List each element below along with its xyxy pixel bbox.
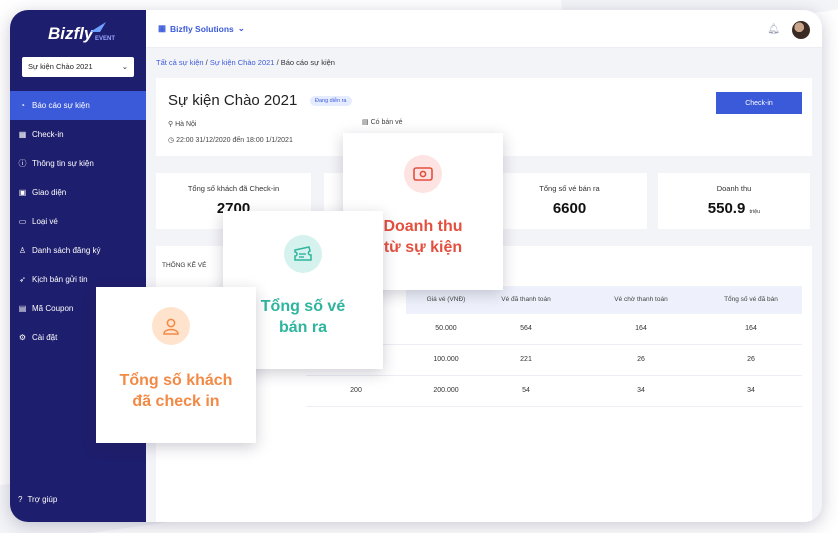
table-title: THỐNG KÊ VÉ (162, 262, 207, 269)
sidebar-item-label: Thông tin sự kiện (32, 159, 94, 168)
sidebar-item-label: Cài đặt (32, 333, 58, 342)
status-badge: Đang diễn ra (310, 96, 352, 106)
location-pin-icon: ⚲ (168, 121, 174, 128)
help-label: Trợ giúp (27, 495, 58, 504)
event-select[interactable]: Sự kiện Chào 2021 ⌄ (22, 57, 134, 77)
table-cell: 34 (637, 387, 645, 394)
chevron-down-icon: ⌄ (121, 62, 128, 71)
help-link[interactable]: ? Trợ giúp (18, 495, 57, 504)
org-name: Bizfly Solutions (170, 23, 234, 34)
breadcrumb-all-events[interactable]: Tất cả sự kiện (156, 58, 204, 67)
table-cell: 100.000 (433, 356, 459, 363)
table-cell: 26 (747, 356, 755, 363)
sidebar-item-layout[interactable]: ▣ Giao diện (10, 178, 146, 207)
logo: Bizfly (48, 24, 94, 43)
table-header: Giá vé (VNĐ) Vé đã thanh toán Vé chờ tha… (406, 286, 802, 314)
table-cell: 34 (747, 387, 755, 394)
bell-icon[interactable]: 🔔︎ (767, 24, 780, 35)
table-cell: 26 (637, 356, 645, 363)
layout-icon: ▣ (18, 188, 27, 197)
column-header: Tổng số vé đã bán (724, 296, 778, 303)
checkin-button[interactable]: Check-in (716, 92, 802, 114)
topbar: ▦ Bizfly Solutions ⌄ 🔔︎ (146, 10, 822, 48)
info-icon: ⓘ (18, 159, 27, 168)
logo-subtitle: EVENT (95, 36, 116, 42)
qr-icon: ▦ (18, 130, 27, 139)
event-select-value: Sự kiện Chào 2021 (28, 62, 93, 71)
ticket-icon (284, 235, 322, 273)
page-title: Sự kiện Chào 2021 (168, 92, 298, 109)
column-header: Giá vé (VNĐ) (426, 296, 466, 303)
checkin-callout-text: Tổng số khách đã check in (119, 372, 233, 410)
clock-icon: ◷ (168, 137, 175, 144)
user-icon: ♙ (18, 246, 27, 255)
sidebar-item-report[interactable]: ◔ Báo cáo sự kiện (10, 91, 146, 120)
ticket-icon: ▭ (18, 217, 27, 226)
table-cell: 164 (635, 325, 647, 332)
stat-sold-label: Tổng số vé bán ra (539, 184, 600, 193)
stat-revenue-value: 550.9 triệu (707, 200, 761, 217)
breadcrumb-event[interactable]: Sự kiện Chào 2021 (210, 58, 275, 67)
sidebar-item-label: Báo cáo sự kiện (32, 101, 90, 110)
gear-icon: ⚙ (18, 333, 27, 342)
breadcrumb-current: Báo cáo sự kiện (280, 58, 335, 67)
coupon-icon: ▤ (18, 304, 27, 313)
table-cell: 164 (745, 325, 757, 332)
event-time: ◷ 22:00 31/12/2020 đến 18:00 1/1/2021 (168, 137, 293, 144)
sidebar-item-label: Kịch bản gửi tin (32, 275, 88, 284)
money-icon (404, 155, 442, 193)
grid-icon: ▦ (158, 23, 167, 33)
table-cell: 221 (520, 356, 532, 363)
stat-revenue: Doanh thu 550.9 triệu (658, 173, 810, 229)
stat-sold: Tổng số vé bán ra 6600 (492, 173, 647, 229)
sidebar-item-label: Loại vé (32, 217, 58, 226)
user-icon (152, 307, 190, 345)
chevron-down-icon: ⌄ (237, 23, 245, 33)
send-icon: ➶ (19, 275, 26, 284)
table-row: 200 200.000 54 34 34 (306, 376, 802, 407)
sidebar-item-checkin[interactable]: ▦ Check-in (10, 120, 146, 149)
sidebar-item-label: Check-in (32, 130, 64, 139)
column-header: Vé đã thanh toán (501, 296, 551, 303)
checkin-callout: Tổng số khách đã check in (96, 287, 256, 443)
column-header: Vé chờ thanh toán (614, 296, 668, 303)
help-icon: ? (18, 495, 23, 504)
logo-wing-icon (90, 22, 106, 32)
org-switcher[interactable]: ▦ Bizfly Solutions ⌄ (158, 23, 245, 34)
sidebar-item-label: Mã Coupon (32, 304, 74, 313)
table-cell: 200.000 (433, 387, 459, 394)
table-cell: 564 (520, 325, 532, 332)
stat-revenue-unit: triệu (749, 209, 761, 215)
breadcrumb: Tất cả sự kiện / Sự kiện Chào 2021 / Báo… (156, 58, 335, 67)
stat-sold-value: 6600 (552, 200, 587, 217)
sidebar-item-registrations[interactable]: ♙ Danh sách đăng ký (10, 236, 146, 265)
report-icon: ◔ (20, 101, 25, 110)
table-cell: 200 (350, 387, 362, 394)
stat-checkin-label: Tổng số khách đã Check-in (187, 184, 280, 193)
sidebar-item-label: Danh sách đăng ký (32, 246, 101, 255)
stat-revenue-label: Doanh thu (716, 184, 752, 193)
event-location: ⚲ Hà Nội (168, 121, 197, 128)
sidebar-item-tickets[interactable]: ▭ Loại vé (10, 207, 146, 236)
event-ticket-info: ▤ Có bán vé (362, 119, 403, 126)
sidebar-item-info[interactable]: ⓘ Thông tin sự kiện (10, 149, 146, 178)
table-cell: 50.000 (435, 325, 457, 332)
table-cell: 54 (522, 387, 530, 394)
avatar[interactable] (792, 21, 810, 39)
sidebar: Bizfly EVENT Sự kiện Chào 2021 ⌄ ◔ Báo cá… (10, 10, 146, 522)
sidebar-item-label: Giao diện (32, 188, 67, 197)
ticket-doc-icon: ▤ (362, 119, 369, 126)
